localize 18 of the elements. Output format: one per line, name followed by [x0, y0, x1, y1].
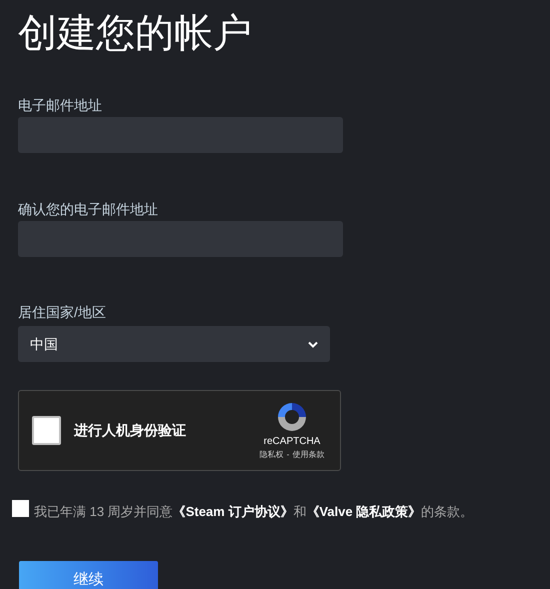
field-label: 居住国家/地区	[18, 303, 107, 322]
recaptcha-logo-icon	[276, 401, 308, 433]
field-label: 电子邮件地址	[18, 96, 103, 115]
field-label: 确认您的电子邮件地址	[18, 200, 159, 219]
agreement-checkbox[interactable]	[12, 500, 29, 517]
captcha-label: 进行人机身份验证	[74, 421, 187, 440]
country-select[interactable]: 中国	[18, 326, 330, 362]
separator-text: -	[286, 450, 290, 460]
agreement-link[interactable]: 《Valve 隐私政策》	[306, 504, 422, 519]
recaptcha-brand-text: reCAPTCHA	[264, 436, 320, 448]
agreement-text: 我已年满 13 周岁并同意《Steam 订户协议》和《Valve 隐私政策》的条款。	[34, 503, 474, 521]
privacy-link[interactable]: 隐私权	[260, 450, 284, 460]
continue-button[interactable]: 继续	[19, 561, 158, 589]
agreement-link[interactable]: 《Steam 订户协议》	[172, 504, 294, 519]
chevron-down-icon	[308, 340, 318, 348]
captcha-checkbox[interactable]	[32, 416, 61, 445]
page-title: 创建您的帐户	[18, 11, 253, 57]
terms-link[interactable]: 使用条款	[292, 450, 324, 460]
